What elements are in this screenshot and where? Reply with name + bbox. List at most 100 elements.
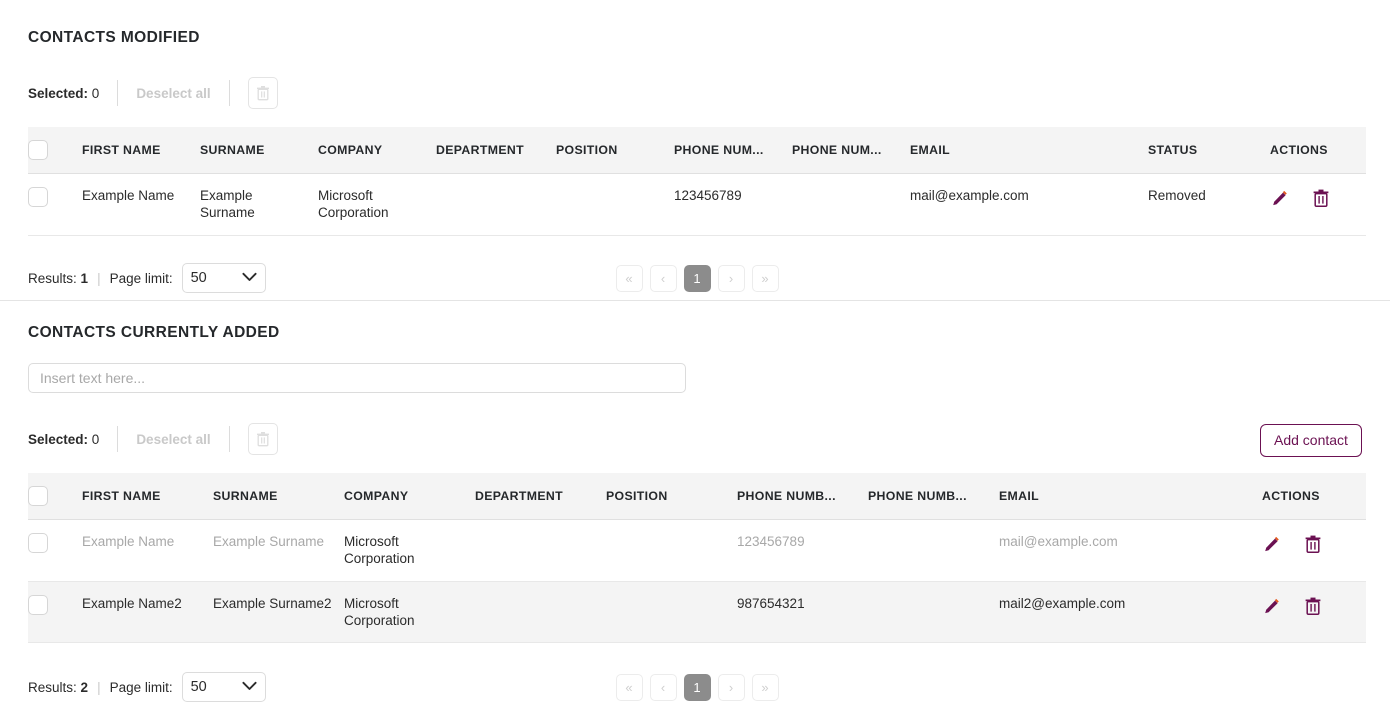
trash-icon xyxy=(256,432,269,447)
pencil-icon xyxy=(1265,598,1279,613)
cell-company: Microsoft Corporation xyxy=(344,519,475,582)
next-page-button[interactable]: › xyxy=(717,264,745,292)
add-contact-button[interactable]: Add contact xyxy=(1260,424,1362,458)
contacts-added-title: CONTACTS CURRENTLY ADDED xyxy=(28,324,280,341)
select-all-checkbox[interactable] xyxy=(28,486,48,506)
cell-company: Microsoft Corporation xyxy=(344,581,475,644)
prev-page-button[interactable]: ‹ xyxy=(649,264,677,292)
col-company[interactable]: COMPANY xyxy=(318,127,436,174)
col-surname[interactable]: SURNAME xyxy=(213,473,344,520)
modified-page-buttons: « ‹ 1 › » xyxy=(28,264,1366,292)
page-button-1[interactable]: 1 xyxy=(683,673,711,701)
col-position[interactable]: POSITION xyxy=(606,473,737,520)
delete-contact-button[interactable] xyxy=(1304,596,1322,616)
row-checkbox[interactable] xyxy=(28,594,48,615)
cell-email: mail2@example.com xyxy=(999,581,1262,644)
select-all-header xyxy=(28,127,82,174)
toolbar-divider-4 xyxy=(228,426,230,452)
row-checkbox[interactable] xyxy=(28,187,48,207)
cell-surname: Example Surname xyxy=(200,173,318,236)
cell-position xyxy=(556,173,674,236)
section-divider xyxy=(0,300,1390,301)
edit-contact-button[interactable] xyxy=(1262,534,1282,554)
col-phone-2[interactable]: PHONE NUMB... xyxy=(868,473,999,520)
contacts-added-table: FIRST NAME SURNAME COMPANY DEPARTMENT PO… xyxy=(28,473,1366,644)
cell-surname: Example Surname xyxy=(213,519,344,582)
delete-contact-button[interactable] xyxy=(1304,534,1322,554)
added-deselect-all-button[interactable]: Deselect all xyxy=(136,432,210,447)
edit-contact-button[interactable] xyxy=(1270,188,1290,208)
cell-company: Microsoft Corporation xyxy=(318,173,436,236)
cell-email: mail@example.com xyxy=(999,519,1262,582)
edit-contact-button[interactable] xyxy=(1262,596,1282,616)
row-select-cell xyxy=(28,519,82,582)
table-row: Example Name Example Surname Microsoft C… xyxy=(28,519,1366,582)
cell-phone-1: 123456789 xyxy=(737,519,868,582)
table-header-row: FIRST NAME SURNAME COMPANY DEPARTMENT PO… xyxy=(28,127,1366,174)
select-all-header xyxy=(28,473,82,520)
col-actions: ACTIONS xyxy=(1262,473,1366,520)
cell-phone-1: 987654321 xyxy=(737,581,868,644)
col-first-name[interactable]: FIRST NAME xyxy=(82,473,213,520)
contacts-search-input[interactable] xyxy=(28,363,686,393)
added-selection-toolbar: Selected: 0 Deselect all xyxy=(28,422,278,456)
added-pagination: Results: 2 | Page limit: 50 « ‹ 1 › » xyxy=(28,667,1366,707)
col-status[interactable]: STATUS xyxy=(1148,127,1270,174)
cell-first-name: Example Name2 xyxy=(82,581,213,644)
first-page-button[interactable]: « xyxy=(615,673,643,701)
col-phone-1[interactable]: PHONE NUMB... xyxy=(737,473,868,520)
cell-email: mail@example.com xyxy=(910,173,1148,236)
first-page-button[interactable]: « xyxy=(615,264,643,292)
col-surname[interactable]: SURNAME xyxy=(200,127,318,174)
cell-surname: Example Surname2 xyxy=(213,581,344,644)
col-department[interactable]: DEPARTMENT xyxy=(436,127,556,174)
col-email[interactable]: EMAIL xyxy=(910,127,1148,174)
col-email[interactable]: EMAIL xyxy=(999,473,1262,520)
contacts-modified-table: FIRST NAME SURNAME COMPANY DEPARTMENT PO… xyxy=(28,127,1366,236)
cell-actions xyxy=(1262,581,1366,644)
modified-selection-toolbar: Selected: 0 Deselect all xyxy=(28,76,278,110)
modified-bulk-delete-button[interactable] xyxy=(247,77,278,109)
col-actions: ACTIONS xyxy=(1270,127,1366,174)
prev-page-button[interactable]: ‹ xyxy=(649,673,677,701)
table-header-row: FIRST NAME SURNAME COMPANY DEPARTMENT PO… xyxy=(28,473,1366,520)
cell-phone-1: 123456789 xyxy=(674,173,792,236)
cell-department xyxy=(436,173,556,236)
cell-department xyxy=(475,581,606,644)
delete-contact-button[interactable] xyxy=(1312,188,1330,208)
row-checkbox[interactable] xyxy=(28,533,48,553)
last-page-button[interactable]: » xyxy=(751,673,779,701)
table-row: Example Name Example Surname Microsoft C… xyxy=(28,173,1366,236)
modified-deselect-all-button[interactable]: Deselect all xyxy=(136,86,210,101)
col-phone-1[interactable]: PHONE NUM... xyxy=(674,127,792,174)
cell-phone-2 xyxy=(868,581,999,644)
added-bulk-delete-button[interactable] xyxy=(247,423,278,455)
cell-first-name: Example Name xyxy=(82,519,213,582)
last-page-button[interactable]: » xyxy=(751,264,779,292)
cell-status: Removed xyxy=(1148,173,1270,236)
toolbar-divider-2 xyxy=(228,80,230,106)
trash-icon xyxy=(256,86,269,101)
col-company[interactable]: COMPANY xyxy=(344,473,475,520)
cell-department xyxy=(475,519,606,582)
toolbar-divider xyxy=(117,80,119,106)
toolbar-divider-3 xyxy=(117,426,119,452)
cell-phone-2 xyxy=(792,173,910,236)
row-select-cell xyxy=(28,581,82,644)
table-row: Example Name2 Example Surname2 Microsoft… xyxy=(28,581,1366,644)
cell-position xyxy=(606,581,737,644)
trash-icon xyxy=(1305,597,1321,615)
page-button-1[interactable]: 1 xyxy=(683,264,711,292)
next-page-button[interactable]: › xyxy=(717,673,745,701)
col-phone-2[interactable]: PHONE NUM... xyxy=(792,127,910,174)
select-all-checkbox[interactable] xyxy=(28,140,48,160)
cell-actions xyxy=(1270,173,1366,236)
col-department[interactable]: DEPARTMENT xyxy=(475,473,606,520)
cell-phone-2 xyxy=(868,519,999,582)
contacts-modified-title: CONTACTS MODIFIED xyxy=(28,29,200,46)
added-selected-count: Selected: 0 xyxy=(28,431,100,447)
col-first-name[interactable]: FIRST NAME xyxy=(82,127,200,174)
modified-pagination: Results: 1 | Page limit: 50 « ‹ 1 › » xyxy=(28,258,1366,298)
trash-icon xyxy=(1305,535,1321,553)
col-position[interactable]: POSITION xyxy=(556,127,674,174)
